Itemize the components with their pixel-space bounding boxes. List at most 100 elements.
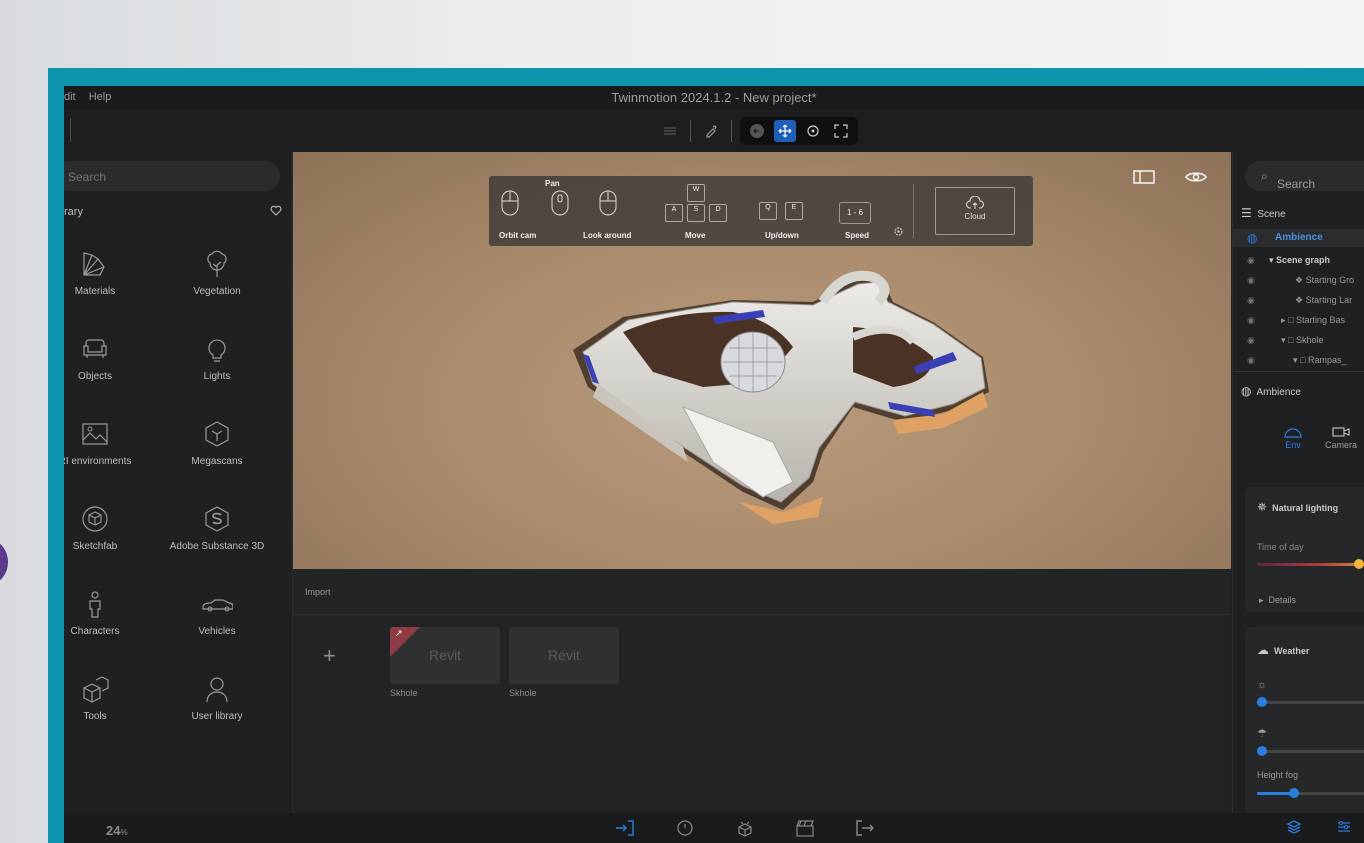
- library-item-hdri[interactable]: RI environments: [64, 418, 150, 467]
- heart-icon[interactable]: [270, 205, 282, 219]
- details-toggle[interactable]: ▸ Details: [1259, 595, 1296, 606]
- height-fog-knob[interactable]: [1289, 788, 1299, 798]
- library-item-substance[interactable]: Adobe Substance 3D: [162, 503, 272, 552]
- natural-lighting-header: ✵ Natural lighting: [1257, 500, 1339, 514]
- window-title: Twinmotion 2024.1.2 - New project*: [611, 90, 817, 105]
- import-tile[interactable]: ↗ Revit: [390, 627, 500, 684]
- visibility-icon[interactable]: ◉: [1247, 335, 1255, 346]
- library-item-sketchfab[interactable]: Sketchfab: [64, 503, 150, 552]
- library-item-objects[interactable]: Objects: [64, 333, 150, 382]
- visibility-icon[interactable]: ◉: [1247, 255, 1255, 266]
- tab-env[interactable]: Env: [1283, 426, 1303, 450]
- title-bar: dit Help Twinmotion 2024.1.2 - New proje…: [64, 86, 1364, 110]
- panel-toggle-icon[interactable]: [1133, 170, 1155, 189]
- globe-icon: ◍: [1241, 384, 1252, 398]
- toolbar-tools: [658, 116, 858, 146]
- import-tab-icon[interactable]: [614, 819, 636, 842]
- sofa-icon: [79, 333, 111, 365]
- substance-icon: [201, 503, 233, 535]
- import-tile[interactable]: Revit: [509, 627, 619, 684]
- library-item-label: Lights: [203, 371, 231, 382]
- populate-tab-icon[interactable]: [734, 819, 756, 842]
- library-panel: rary Materials Vegetation Objects Lights…: [64, 152, 293, 813]
- visibility-icon[interactable]: ◉: [1247, 295, 1255, 306]
- height-fog-label: Height fog: [1257, 770, 1299, 780]
- time-of-day-slider[interactable]: [1257, 563, 1364, 566]
- eyedropper-icon[interactable]: [699, 119, 723, 143]
- background-shape: [0, 540, 8, 584]
- season-slider-knob[interactable]: [1257, 746, 1267, 756]
- tree-item[interactable]: ❖ Starting Gro: [1295, 275, 1354, 286]
- focus-icon[interactable]: [830, 120, 852, 142]
- twinmotion-window: dit Help Twinmotion 2024.1.2 - New proje…: [64, 86, 1364, 843]
- key-e: E: [785, 202, 803, 220]
- cloud-button[interactable]: Cloud: [935, 187, 1015, 235]
- lines-icon[interactable]: [658, 119, 682, 143]
- key-d: D: [709, 204, 727, 222]
- overlay-divider: [913, 184, 914, 238]
- time-of-day-knob[interactable]: [1354, 559, 1364, 569]
- tree-item[interactable]: ▾ □ Skhole: [1281, 335, 1324, 346]
- export-tab-icon[interactable]: [854, 819, 876, 842]
- panel-divider: [1233, 371, 1364, 372]
- key-s: S: [687, 204, 705, 222]
- tree-item[interactable]: ▸ □ Starting Bas: [1281, 315, 1345, 326]
- weather-slider[interactable]: [1257, 701, 1364, 704]
- key-a: A: [665, 204, 683, 222]
- move-icon[interactable]: [774, 120, 796, 142]
- visibility-icon[interactable]: ◉: [1247, 355, 1255, 366]
- tree-item[interactable]: ▾ □ Rampas_: [1293, 355, 1347, 366]
- library-item-user-library[interactable]: User library: [162, 673, 272, 722]
- library-search[interactable]: [64, 161, 280, 191]
- cloud-sun-icon: ☁: [1257, 643, 1269, 657]
- orbit-icon[interactable]: [802, 120, 824, 142]
- eye-icon[interactable]: [1185, 170, 1207, 189]
- library-item-lights[interactable]: Lights: [162, 333, 272, 382]
- back-circle-icon[interactable]: [746, 120, 768, 142]
- 3d-viewport[interactable]: Pan Orbit cam Look around W A S D Move Q…: [293, 152, 1231, 569]
- tab-camera[interactable]: Camera: [1325, 426, 1357, 450]
- visibility-icon[interactable]: ◉: [1247, 275, 1255, 286]
- context-tab-icon[interactable]: [674, 819, 696, 842]
- visibility-icon[interactable]: ◉: [1247, 315, 1255, 326]
- scene-search[interactable]: ⌕ Search: [1245, 161, 1364, 191]
- weather-slider-knob[interactable]: [1257, 697, 1267, 707]
- tile-title: Revit: [548, 647, 580, 663]
- library-item-vegetation[interactable]: Vegetation: [162, 248, 272, 297]
- time-of-day-label: Time of day: [1257, 542, 1304, 552]
- ambience-header: ◍ Ambience: [1241, 384, 1301, 398]
- pan-label: Pan: [545, 179, 560, 188]
- add-import-button[interactable]: +: [323, 643, 336, 669]
- library-item-label: Materials: [74, 286, 116, 297]
- media-tab-icon[interactable]: [794, 819, 816, 842]
- library-item-vehicles[interactable]: Vehicles: [162, 588, 272, 637]
- cloud-label: Cloud: [964, 212, 986, 221]
- gear-icon[interactable]: [893, 224, 904, 242]
- key-w: W: [687, 184, 705, 202]
- orbit-cam-label: Orbit cam: [499, 231, 537, 240]
- tree-item[interactable]: ❖ Starting Lar: [1295, 295, 1352, 306]
- library-item-label: Tools: [83, 711, 107, 722]
- bottom-right-controls: [1286, 819, 1352, 840]
- scene-header[interactable]: ☰ Scene: [1241, 206, 1286, 220]
- scene-panel: ⌕ Search ☰ Scene ◍ Ambience ◉ ▾ Scene gr…: [1232, 152, 1364, 813]
- library-item-tools[interactable]: Tools: [64, 673, 150, 722]
- gauge-icon: [1283, 426, 1303, 440]
- settings-list-icon[interactable]: [1336, 819, 1352, 840]
- ambience-row[interactable]: ◍ Ambience: [1233, 229, 1364, 247]
- bottom-bar: 24%: [64, 813, 1364, 843]
- library-item-megascans[interactable]: Megascans: [162, 418, 272, 467]
- look-around-label: Look around: [583, 231, 632, 240]
- tile-title: Revit: [429, 647, 461, 663]
- layers-icon[interactable]: [1286, 819, 1302, 840]
- library-item-materials[interactable]: Materials: [64, 248, 150, 297]
- toolbar-divider: [70, 118, 71, 142]
- workflow-tabs: [614, 819, 876, 842]
- library-search-input[interactable]: [66, 169, 270, 185]
- season-slider[interactable]: [1257, 750, 1364, 753]
- tree-item[interactable]: ▾ Scene graph: [1269, 255, 1330, 266]
- library-item-label: Objects: [78, 371, 112, 382]
- library-item-characters[interactable]: Characters: [64, 588, 150, 637]
- library-item-label: Adobe Substance 3D: [169, 541, 265, 552]
- camera-icon: [1325, 426, 1357, 440]
